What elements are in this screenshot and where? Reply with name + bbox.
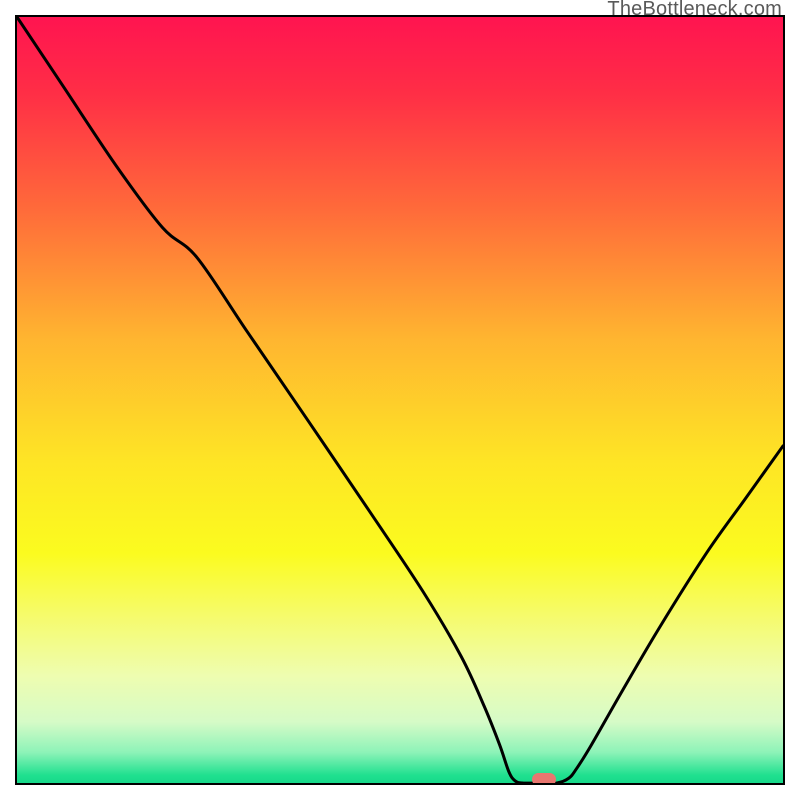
curve-line [17, 17, 783, 783]
chart-container: TheBottleneck.com [0, 0, 800, 800]
optimum-marker [532, 773, 556, 785]
plot-area [15, 15, 785, 785]
